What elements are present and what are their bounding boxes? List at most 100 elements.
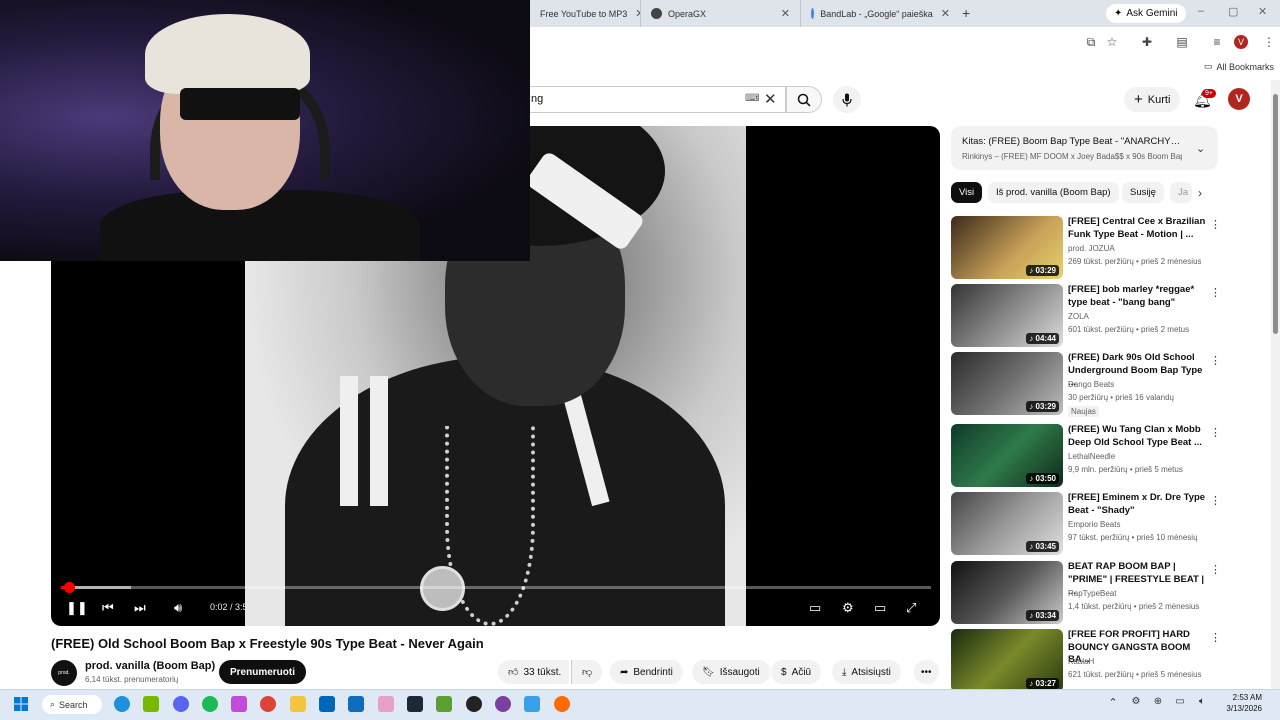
recommendation-item[interactable]: ♪ 03:34 BEAT RAP BOOM BAP | "PRIME" | FRE… [951, 561, 1241, 625]
recommendation-channel[interactable]: LethalNeedle [1068, 452, 1115, 461]
minimize-icon[interactable]: – [1198, 5, 1204, 17]
theater-mode-icon[interactable]: ▭ [874, 600, 886, 616]
tab-bandlab-search[interactable]: BandLab - „Google“ paieška ✕ [800, 0, 960, 27]
subscribe-button[interactable]: Prenumeruoti [219, 660, 307, 684]
tray-icon[interactable]: ⚙︎ [1128, 696, 1144, 712]
volume-icon[interactable]: 🔊︎ [174, 600, 182, 616]
app-icon[interactable] [231, 696, 247, 712]
more-vert-icon[interactable]: ⋮ [1210, 631, 1221, 644]
nvidia-icon[interactable] [143, 696, 159, 712]
recommendation-title[interactable]: (FREE) Wu Tang Clan x Mobb Deep Old Scho… [1068, 424, 1208, 449]
tray-icon[interactable]: ⊕ [1150, 696, 1166, 712]
volume-icon[interactable]: 🔈︎ [1194, 696, 1210, 712]
voice-search-button[interactable] [833, 86, 861, 113]
tab-close-icon[interactable]: ✕ [627, 7, 640, 20]
chip-from-channel[interactable]: Iš prod. vanilla (Boom Bap) [988, 182, 1119, 203]
sidepanel-icon[interactable]: ▤ [1175, 35, 1189, 49]
recommendation-channel[interactable]: Emporio Beats [1068, 520, 1120, 529]
recommendation-title[interactable]: [FREE] Central Cee x Brazilian Funk Type… [1068, 216, 1208, 241]
maximize-icon[interactable]: ▢ [1228, 5, 1238, 18]
chevron-up-icon[interactable]: ⌃ [1105, 696, 1121, 712]
video-thumbnail[interactable]: ♪ 03:27 [951, 629, 1063, 692]
video-thumbnail[interactable]: ♪ 03:34 [951, 561, 1063, 624]
fullscreen-icon[interactable]: ⤢ [906, 600, 916, 616]
video-thumbnail[interactable]: ♪ 03:29 [951, 352, 1063, 415]
progress-bar[interactable] [61, 582, 931, 593]
more-vert-icon[interactable]: ⋮ [1210, 286, 1221, 299]
more-vert-icon[interactable]: ⋮ [1210, 426, 1221, 439]
snipping-tool-icon[interactable] [378, 696, 394, 712]
recommendation-item[interactable]: ♪ 03:27 [FREE FOR PROFIT] HARD BOUNCY GAN… [951, 629, 1241, 693]
progress-scrubber[interactable] [63, 582, 75, 593]
network-icon[interactable]: ▭ [1172, 696, 1188, 712]
file-explorer-icon[interactable] [290, 696, 306, 712]
pause-icon[interactable]: ❚❚ [66, 600, 88, 616]
more-vert-icon[interactable]: ⋮ [1210, 494, 1221, 507]
recommendation-channel[interactable]: KaalaH [1068, 657, 1094, 666]
previous-icon[interactable]: ⏮︎ [102, 600, 114, 616]
playlist-panel[interactable] [951, 126, 1218, 170]
chevron-down-icon[interactable]: ⌄ [1196, 142, 1205, 155]
discord-icon[interactable] [173, 696, 189, 712]
chrome-icon[interactable] [260, 696, 276, 712]
video-thumbnail[interactable]: ♪ 03:45 [951, 492, 1063, 555]
minecraft-icon[interactable] [436, 696, 452, 712]
save-button[interactable]: 🔖︎ Išsaugoti [692, 660, 770, 684]
video-thumbnail[interactable]: ♪ 03:29 [951, 216, 1063, 279]
recommendation-item[interactable]: ♪ 03:50 (FREE) Wu Tang Clan x Mobb Deep O… [951, 424, 1241, 488]
download-button[interactable]: ⤓ Atsisiųsti [832, 660, 901, 684]
page-scrollbar[interactable] [1271, 80, 1280, 689]
recommendation-channel[interactable]: ZOLA [1068, 312, 1089, 321]
app-icon[interactable] [524, 696, 540, 712]
chip-related[interactable]: Susiję [1122, 182, 1164, 203]
obs-icon[interactable] [466, 696, 482, 712]
recommendation-title[interactable]: [FREE] bob marley *reggae* type beat - "… [1068, 284, 1208, 309]
steam-icon[interactable] [407, 696, 423, 712]
like-button[interactable]: 👍︎ 33 tūkst. [498, 660, 570, 684]
recommendation-channel[interactable]: RapTypeBeat [1068, 589, 1116, 598]
clock[interactable]: 2:53 AM 3/13/2026 [1222, 692, 1262, 714]
thanks-button[interactable]: $ Ačiū [771, 660, 822, 684]
bookmark-star-icon[interactable]: ☆ [1105, 35, 1119, 49]
scrollbar-thumb[interactable] [1273, 94, 1278, 334]
video-thumbnail[interactable]: ♪ 03:50 [951, 424, 1063, 487]
keyboard-icon[interactable]: ⌨ [745, 93, 759, 104]
cast-icon[interactable]: ⧉ [1084, 35, 1098, 49]
settings-gear-icon[interactable]: ⚙︎ [842, 600, 854, 616]
channel-name[interactable]: prod. vanilla (Boom Bap) [85, 660, 215, 672]
edge-icon[interactable] [114, 696, 130, 712]
menu-dots-icon[interactable]: ⋮ [1262, 35, 1276, 49]
recommendation-item[interactable]: ♪ 03:45 [FREE] Eminem x Dr. Dre Type Beat… [951, 492, 1241, 556]
more-vert-icon[interactable]: ⋮ [1210, 354, 1221, 367]
more-actions-button[interactable]: ••• [914, 660, 939, 684]
extensions-icon[interactable]: ✚ [1140, 35, 1154, 49]
more-vert-icon[interactable]: ⋮ [1210, 563, 1221, 576]
channel-avatar[interactable]: prod. Vanilla [51, 660, 77, 702]
profile-avatar[interactable]: V [1234, 35, 1248, 49]
media-icon[interactable]: ≡ [1210, 35, 1224, 49]
recommendation-item[interactable]: ♪ 03:29 (FREE) Dark 90s Old School Underg… [951, 352, 1241, 417]
chip-more[interactable]: Ja [1170, 182, 1192, 203]
spotify-icon[interactable] [202, 696, 218, 712]
video-thumbnail[interactable]: ♪ 04:44 [951, 284, 1063, 347]
outlook-icon[interactable] [348, 696, 364, 712]
chevron-right-icon[interactable]: › [1198, 186, 1202, 200]
chip-all[interactable]: Visi [951, 182, 983, 203]
share-button[interactable]: ➦ Bendrinti [610, 660, 683, 684]
ask-gemini-button[interactable]: ✦ Ask Gemini [1106, 4, 1186, 23]
taskbar-search[interactable]: ⌕ Search [42, 695, 102, 714]
search-button[interactable] [786, 86, 822, 113]
clear-search-icon[interactable]: ✕ [764, 90, 777, 108]
create-button[interactable]: + Kurti [1124, 87, 1181, 112]
recommendation-channel[interactable]: Dango Beats [1068, 380, 1114, 389]
recommendation-item[interactable]: ♪ 03:29 [FREE] Central Cee x Brazilian Fu… [951, 216, 1241, 280]
more-vert-icon[interactable]: ⋮ [1210, 218, 1221, 231]
subtitles-icon[interactable]: ▭ [809, 600, 821, 616]
tab-operagx[interactable]: OperaGX ✕ [640, 0, 800, 27]
next-icon[interactable]: ⏭︎ [134, 600, 146, 616]
all-bookmarks-button[interactable]: ▭ All Bookmarks [1204, 61, 1274, 72]
close-window-icon[interactable]: ✕ [1258, 5, 1267, 18]
recommendation-item[interactable]: ♪ 04:44 [FREE] bob marley *reggae* type b… [951, 284, 1241, 348]
recommendation-title[interactable]: [FREE] Eminem x Dr. Dre Type Beat - "Sha… [1068, 492, 1208, 517]
recommendation-channel[interactable]: prod. JOZUA [1068, 244, 1115, 253]
